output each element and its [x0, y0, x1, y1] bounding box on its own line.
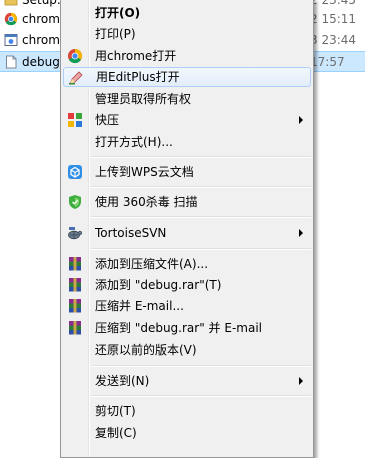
- menu-item-label: 用chrome打开: [95, 49, 177, 63]
- editplus-icon: [68, 70, 84, 86]
- menu-item-label: 发送到(N): [95, 374, 150, 388]
- menu-item-upload-wps[interactable]: 上传到WPS云文档: [63, 162, 311, 182]
- menu-item-label: 还原以前的版本(V): [95, 343, 197, 357]
- winrar-icon: [67, 298, 83, 314]
- 360-shield-icon: [67, 194, 83, 210]
- wps-cloud-icon: [67, 164, 83, 180]
- menu-item-take-ownership[interactable]: 管理员取得所有权: [63, 89, 311, 109]
- menu-item-label: 添加到 "debug.rar"(T): [95, 278, 222, 292]
- submenu-arrow-icon: [299, 229, 303, 237]
- submenu-arrow-icon: [299, 377, 303, 385]
- menu-item-compress-to-debug-rar-email[interactable]: 压缩到 "debug.rar" 并 E-mail: [63, 318, 311, 338]
- menu-item-label: 添加到压缩文件(A)...: [95, 257, 209, 271]
- winrar-icon: [67, 320, 83, 336]
- menu-separator: [91, 365, 311, 367]
- menu-separator: [91, 186, 311, 188]
- menu-item-label: 压缩并 E-mail...: [95, 299, 184, 313]
- menu-item-send-to[interactable]: 发送到(N): [63, 371, 311, 391]
- menu-item-compress-email[interactable]: 压缩并 E-mail...: [63, 296, 311, 316]
- kuaiya-icon: [67, 112, 83, 128]
- chrome-icon: [67, 48, 83, 64]
- file-time: 3 23:44: [310, 33, 357, 47]
- menu-separator: [91, 248, 311, 250]
- menu-separator: [91, 395, 311, 397]
- submenu-arrow-icon: [299, 116, 303, 124]
- menu-item-open-with-editplus[interactable]: 用EditPlus打开: [63, 67, 311, 87]
- menu-item-label: 用EditPlus打开: [96, 70, 180, 84]
- winrar-icon: [67, 256, 83, 272]
- menu-item-label: 复制(C): [95, 426, 137, 440]
- menu-item-restore-versions[interactable]: 还原以前的版本(V): [63, 340, 311, 360]
- file-time: 17:57: [310, 55, 345, 69]
- menu-item-label: 快压: [95, 113, 120, 127]
- context-menu: 打开(O) 打印(P) 用chrome打开 用EditPlus打开 管理员取得所…: [60, 0, 314, 458]
- file-icon: [4, 55, 18, 69]
- menu-item-open-with-chrome[interactable]: 用chrome打开: [63, 46, 311, 66]
- menu-item-copy[interactable]: 复制(C): [63, 423, 311, 443]
- menu-item-add-to-archive[interactable]: 添加到压缩文件(A)...: [63, 254, 311, 274]
- menu-item-label: 上传到WPS云文档: [95, 165, 194, 179]
- exe-icon: [4, 33, 18, 47]
- menu-item-cut[interactable]: 剪切(T): [63, 401, 311, 421]
- menu-item-print[interactable]: 打印(P): [63, 24, 311, 44]
- tortoisesvn-icon: [67, 225, 83, 241]
- menu-separator: [91, 216, 311, 218]
- menu-separator: [91, 156, 311, 158]
- file-name: debug: [22, 55, 60, 69]
- menu-item-label: 使用 360杀毒 扫描: [95, 195, 198, 209]
- menu-item-label: 管理员取得所有权: [95, 92, 192, 106]
- file-time: 2 23:45: [310, 0, 357, 7]
- menu-item-label: 打印(P): [95, 27, 136, 41]
- menu-item-label: 打开方式(H)...: [95, 135, 173, 149]
- menu-item-label: 打开(O): [95, 6, 141, 20]
- folder-icon: [4, 0, 18, 7]
- winrar-icon: [67, 277, 83, 293]
- menu-item-open-with[interactable]: 打开方式(H)...: [63, 132, 311, 152]
- menu-item-open[interactable]: 打开(O): [63, 3, 311, 23]
- menu-item-label: 剪切(T): [95, 404, 136, 418]
- menu-item-label: TortoiseSVN: [95, 226, 167, 240]
- menu-item-tortoisesvn[interactable]: TortoiseSVN: [63, 223, 311, 243]
- file-time: 2 15:11: [310, 12, 357, 26]
- menu-item-360-scan[interactable]: 使用 360杀毒 扫描: [63, 192, 311, 212]
- menu-item-kuaiya[interactable]: 快压: [63, 110, 311, 130]
- menu-item-label: 压缩到 "debug.rar" 并 E-mail: [95, 321, 262, 335]
- chrome-icon: [4, 12, 18, 26]
- menu-item-add-to-debug-rar[interactable]: 添加到 "debug.rar"(T): [63, 275, 311, 295]
